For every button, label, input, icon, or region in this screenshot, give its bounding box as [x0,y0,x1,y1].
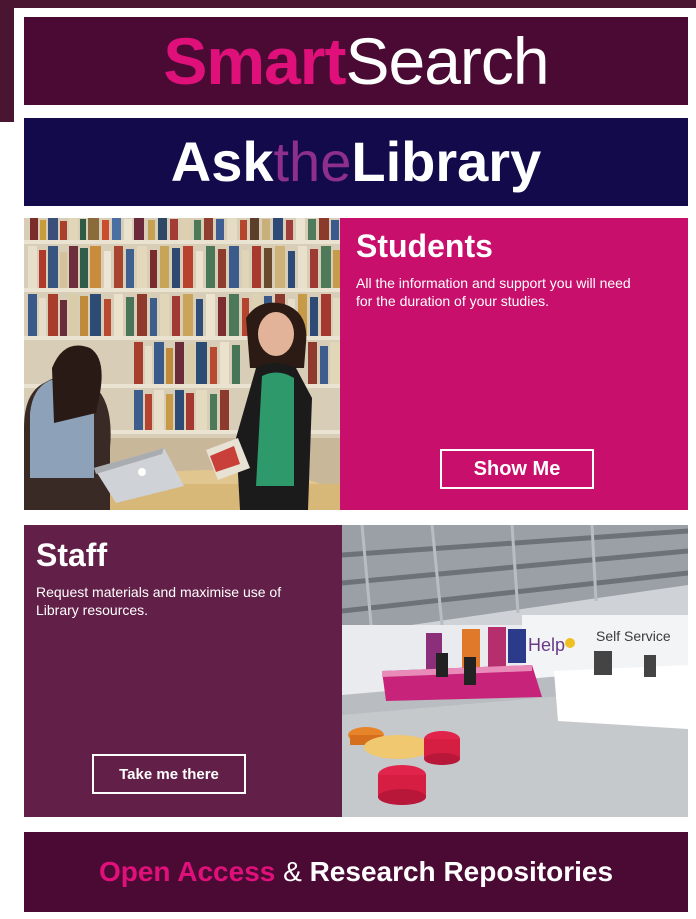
students-description: All the information and support you will… [356,274,631,310]
students-title: Students [356,228,493,264]
staff-photo: Help Self Service [342,525,688,817]
open-access-text: Open Access [98,856,276,887]
students-panel: Students All the information and support… [24,218,688,510]
smartsearch-smart-text: Smart [163,24,346,98]
self-service-sign-text: Self Service [596,628,671,644]
take-me-there-button[interactable]: Take me there [92,754,246,794]
students-photo [24,218,340,510]
left-edge-bar [0,0,14,122]
ask-text: Ask [170,130,274,193]
staff-info: Staff Request materials and maximise use… [24,525,342,817]
students-info: Students All the information and support… [340,218,688,510]
help-sign-text: Help [528,635,565,655]
page: Smart Search Ask the Library Students Al… [0,0,696,919]
show-me-button[interactable]: Show Me [440,449,594,489]
smartsearch-banner[interactable]: Smart Search [24,17,688,105]
open-access-banner[interactable]: Open Access & Research Repositories [24,832,688,912]
the-text: the [273,130,352,193]
staff-description: Request materials and maximise use of Li… [36,583,282,619]
ampersand-text: & [275,856,310,887]
staff-title: Staff [36,537,108,573]
library-text: Library [351,130,542,193]
research-repositories-text: Research Repositories [309,856,614,887]
library-bookshelves-photo [24,218,340,510]
library-help-desk-photo: Help Self Service [342,525,688,817]
ask-the-library-banner[interactable]: Ask the Library [24,118,688,206]
staff-panel: Staff Request materials and maximise use… [24,525,688,817]
top-edge-bar [0,0,696,8]
smartsearch-search-text: Search [345,24,549,98]
